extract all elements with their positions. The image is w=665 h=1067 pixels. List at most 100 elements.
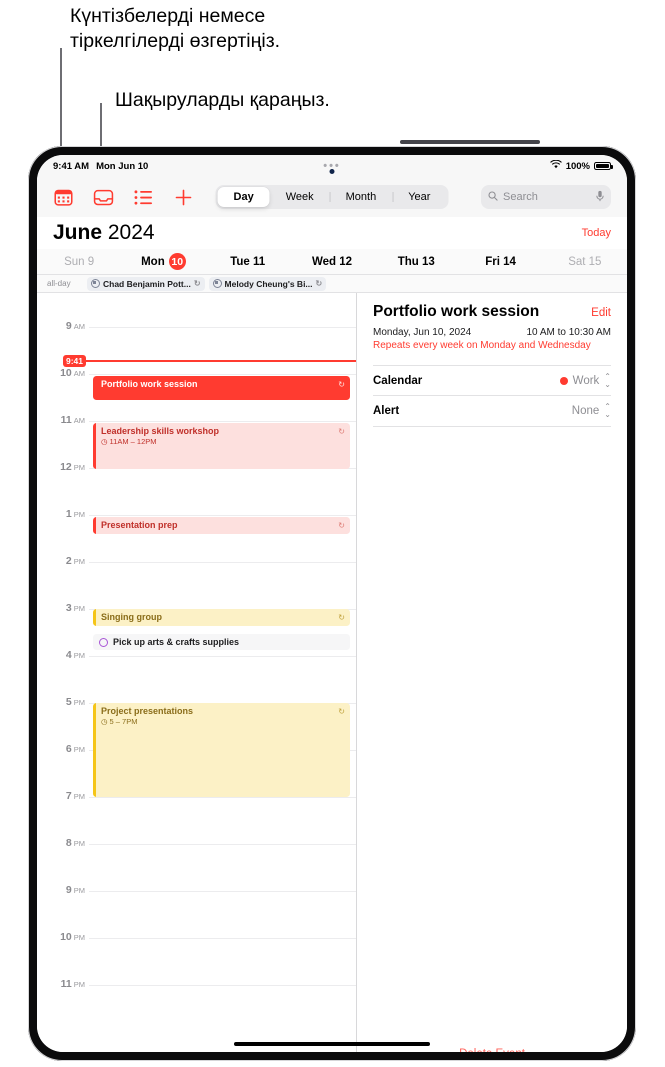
event-block-selected[interactable]: Portfolio work session ↻ (93, 376, 350, 400)
delete-event-button[interactable]: Delete Event (357, 1048, 627, 1052)
home-indicator[interactable] (234, 1042, 430, 1046)
wifi-icon (550, 159, 562, 172)
main-content: 9 AM 10 AM 11 AM 12 PM 1 PM 2 PM 3 PM 4 PM (37, 293, 627, 1052)
repeat-icon: ↻ (338, 521, 345, 530)
weekday-mon[interactable]: Mon 10 (121, 253, 205, 270)
event-title: Leadership skills workshop (101, 426, 220, 436)
repeat-icon: ↻ (338, 613, 345, 622)
page-title: June 2024 (53, 221, 155, 245)
event-block[interactable]: Leadership skills workshop ◷ 11AM – 12PM… (93, 423, 350, 469)
weekday-wed[interactable]: Wed 12 (290, 256, 374, 268)
search-input[interactable]: Search (481, 185, 611, 209)
hour-label: 2 PM (65, 555, 85, 567)
segment-week[interactable]: Week (270, 187, 330, 207)
event-time: ◷ 11AM – 12PM (101, 437, 157, 446)
year-label: 2024 (107, 221, 155, 244)
status-date: Mon Jun 10 (96, 160, 149, 172)
callout-text-calendars: Күнтізбелерді немесе тіркелгілерді өзгер… (70, 5, 281, 52)
event-time: ◷ 5 – 7PM (101, 717, 138, 726)
weekday-header-row: Sun 9 Mon 10 Tue 11 Wed 12 Thu 13 Fri 14… (37, 249, 627, 275)
hour-label: 9 PM (65, 884, 85, 896)
chevron-updown-icon[interactable]: ⌃ ⌄ (604, 403, 611, 419)
event-title: Presentation prep (101, 520, 178, 530)
event-block[interactable]: Presentation prep ↻ (93, 517, 350, 534)
repeat-icon: ↻ (315, 279, 323, 288)
hour-label: 8 PM (65, 837, 85, 849)
hour-label: 7 PM (65, 790, 85, 802)
repeat-icon: ↻ (193, 279, 201, 288)
detail-title: Portfolio work session (373, 303, 540, 320)
hour-label: 6 PM (65, 743, 85, 755)
all-day-label: all-day (47, 279, 71, 288)
weekday-fri[interactable]: Fri 14 (458, 256, 542, 268)
segment-month[interactable]: Month (329, 187, 393, 207)
alert-clock-icon: ◷ (101, 717, 108, 726)
battery-percent: 100% (565, 160, 590, 172)
event-block[interactable]: Singing group ↻ (93, 609, 350, 626)
weekday-thu[interactable]: Thu 13 (374, 256, 458, 268)
hour-label: 4 PM (65, 649, 85, 661)
multitasking-handle[interactable]: ••• (323, 160, 341, 172)
list-icon[interactable] (133, 187, 154, 208)
birthday-icon (212, 279, 222, 288)
day-timeline-grid[interactable]: 9 AM 10 AM 11 AM 12 PM 1 PM 2 PM 3 PM 4 PM (37, 293, 357, 1052)
battery-icon (594, 161, 613, 171)
all-day-title: Chad Benjamin Pott... (103, 278, 191, 289)
birthday-icon (91, 279, 100, 288)
reminder-checkbox-icon[interactable] (99, 637, 108, 647)
device-button (400, 140, 540, 144)
hour-label: 11 AM (60, 414, 85, 426)
hour-row: 11 PM (37, 978, 356, 1032)
edit-button[interactable]: Edit (591, 307, 611, 319)
event-title: Singing group (101, 612, 162, 622)
alert-clock-icon: ◷ (101, 437, 108, 446)
detail-row-label: Calendar (373, 374, 423, 387)
month-name: June (53, 221, 103, 244)
search-icon (488, 190, 498, 204)
hour-label: 5 PM (65, 696, 85, 708)
detail-row-value[interactable]: Work ⌃ ⌄ (559, 372, 611, 389)
hour-label: 12 PM (60, 461, 85, 473)
segment-year[interactable]: Year (392, 187, 446, 207)
chevron-updown-icon[interactable]: ⌃ ⌄ (604, 372, 611, 389)
repeat-icon: ↻ (338, 380, 345, 389)
repeat-icon: ↻ (338, 427, 345, 436)
detail-row-calendar[interactable]: Calendar Work ⌃ ⌄ (373, 365, 611, 396)
hour-label: 10 AM (60, 367, 85, 379)
app-toolbar: Day Week Month Year Search (37, 177, 627, 217)
calendar-color-dot (559, 376, 568, 385)
inbox-icon[interactable] (93, 187, 114, 208)
all-day-event-chip[interactable]: Chad Benjamin Pott... ↻ (87, 276, 205, 291)
event-title: Project presentations (101, 706, 194, 716)
calendar-icon[interactable] (53, 187, 74, 208)
today-button[interactable]: Today (582, 227, 611, 239)
event-title: Portfolio work session (101, 379, 198, 389)
selected-day-badge: 10 (168, 253, 186, 270)
detail-row-alert[interactable]: Alert None ⌃ ⌄ (373, 396, 611, 427)
ipad-screen: 9:41 AM Mon Jun 10 ••• 100% Day Week Mon… (37, 155, 627, 1052)
current-time-label: 9:41 (63, 355, 87, 367)
weekday-sun[interactable]: Sun 9 (37, 256, 121, 268)
all-day-event-chip[interactable]: Melody Cheung's Bi... ↻ (208, 276, 327, 291)
all-day-title: Melody Cheung's Bi... (224, 278, 313, 289)
segment-day[interactable]: Day (217, 187, 270, 207)
detail-time: 10 AM to 10:30 AM (526, 327, 612, 338)
weekday-tue[interactable]: Tue 11 (206, 256, 290, 268)
view-segmented-control[interactable]: Day Week Month Year (215, 185, 449, 209)
ipad-device-frame: 9:41 AM Mon Jun 10 ••• 100% Day Week Mon… (28, 146, 636, 1061)
hour-label: 1 PM (65, 508, 85, 520)
calendar-value: Work (572, 374, 600, 387)
detail-repeat-rule: Repeats every week on Monday and Wednesd… (373, 340, 591, 351)
weekday-sat[interactable]: Sat 15 (543, 256, 627, 268)
reminder-item[interactable]: Pick up arts & crafts supplies (93, 634, 350, 650)
callout-text-invitations: Шақыруларды қараңыз. (115, 89, 330, 111)
all-day-row: all-day Chad Benjamin Pott... ↻ Melody C… (37, 275, 627, 293)
status-time: 9:41 AM (53, 160, 90, 172)
mic-icon[interactable] (596, 190, 604, 205)
search-placeholder: Search (503, 191, 538, 203)
detail-date: Monday, Jun 10, 2024 (373, 327, 472, 338)
add-icon[interactable] (173, 187, 194, 208)
hour-label: 3 PM (65, 602, 85, 614)
detail-row-value[interactable]: None ⌃ ⌄ (572, 403, 611, 419)
event-block[interactable]: Project presentations ◷ 5 – 7PM ↻ (93, 703, 350, 797)
